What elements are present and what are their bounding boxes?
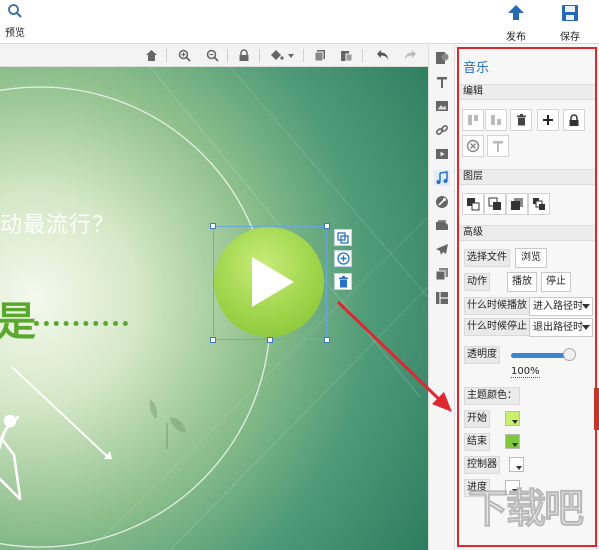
preview-button[interactable]: 预览 [2, 3, 28, 39]
save-label: 保存 [560, 32, 580, 43]
paste-icon[interactable] [338, 47, 354, 63]
zoom-in-icon[interactable] [176, 47, 192, 63]
upload-arrow-icon [506, 5, 526, 26]
slide-canvas[interactable]: 动最流行？ 是 [0, 67, 428, 550]
add-circle-icon[interactable] [334, 250, 352, 267]
publish-label: 发布 [506, 32, 526, 43]
component-icon-bar [428, 44, 455, 550]
toolbar-divider [227, 49, 228, 62]
fill-bucket-dropdown-icon[interactable] [268, 47, 296, 63]
preview-label: 预览 [5, 28, 25, 39]
toolbar-divider [303, 49, 304, 62]
magnifier-icon [7, 4, 23, 22]
duplicate-icon[interactable] [334, 229, 352, 246]
edit-toolbar [0, 44, 428, 67]
dotted-decoration [34, 321, 128, 326]
music-note-icon[interactable] [434, 170, 450, 186]
text-icon[interactable] [434, 74, 450, 90]
lock-icon[interactable] [236, 47, 252, 63]
image-icon[interactable] [434, 98, 450, 114]
layers-copy-icon[interactable] [434, 266, 450, 282]
slide-big-character: 是 [0, 299, 36, 345]
publish-button[interactable]: 发布 [502, 3, 530, 43]
layout-icon[interactable] [434, 290, 450, 306]
toolbar-divider [259, 49, 260, 62]
toolbar-divider [166, 49, 167, 62]
airplane-icon[interactable] [434, 242, 450, 258]
slide-question-text: 动最流行？ [0, 213, 116, 238]
resize-handle-bottom-left[interactable] [210, 337, 216, 343]
wrench-icon[interactable] [434, 194, 450, 210]
shapes-icon[interactable] [434, 50, 450, 66]
toolbar-divider [362, 49, 363, 62]
floppy-disk-icon [560, 5, 580, 26]
resize-handle-bottom-right[interactable] [324, 337, 330, 343]
resize-handle-top-left[interactable] [210, 223, 216, 229]
selection-box [213, 226, 327, 340]
undo-icon[interactable] [374, 47, 390, 63]
trash-icon[interactable] [334, 273, 352, 290]
video-icon[interactable] [434, 146, 450, 162]
top-toolbar: 预览 发布 保存 [0, 0, 599, 44]
redo-icon[interactable] [402, 47, 418, 63]
link-icon[interactable] [434, 122, 450, 138]
resize-handle-bottom-middle[interactable] [267, 337, 273, 343]
highlight-box [457, 47, 597, 547]
slides-icon[interactable] [434, 218, 450, 234]
copy-icon[interactable] [312, 47, 328, 63]
home-icon[interactable] [143, 47, 159, 63]
zoom-out-icon[interactable] [204, 47, 220, 63]
save-button[interactable]: 保存 [556, 3, 584, 43]
watermark: 下载吧 [468, 486, 585, 533]
resize-handle-top-right[interactable] [324, 223, 330, 229]
